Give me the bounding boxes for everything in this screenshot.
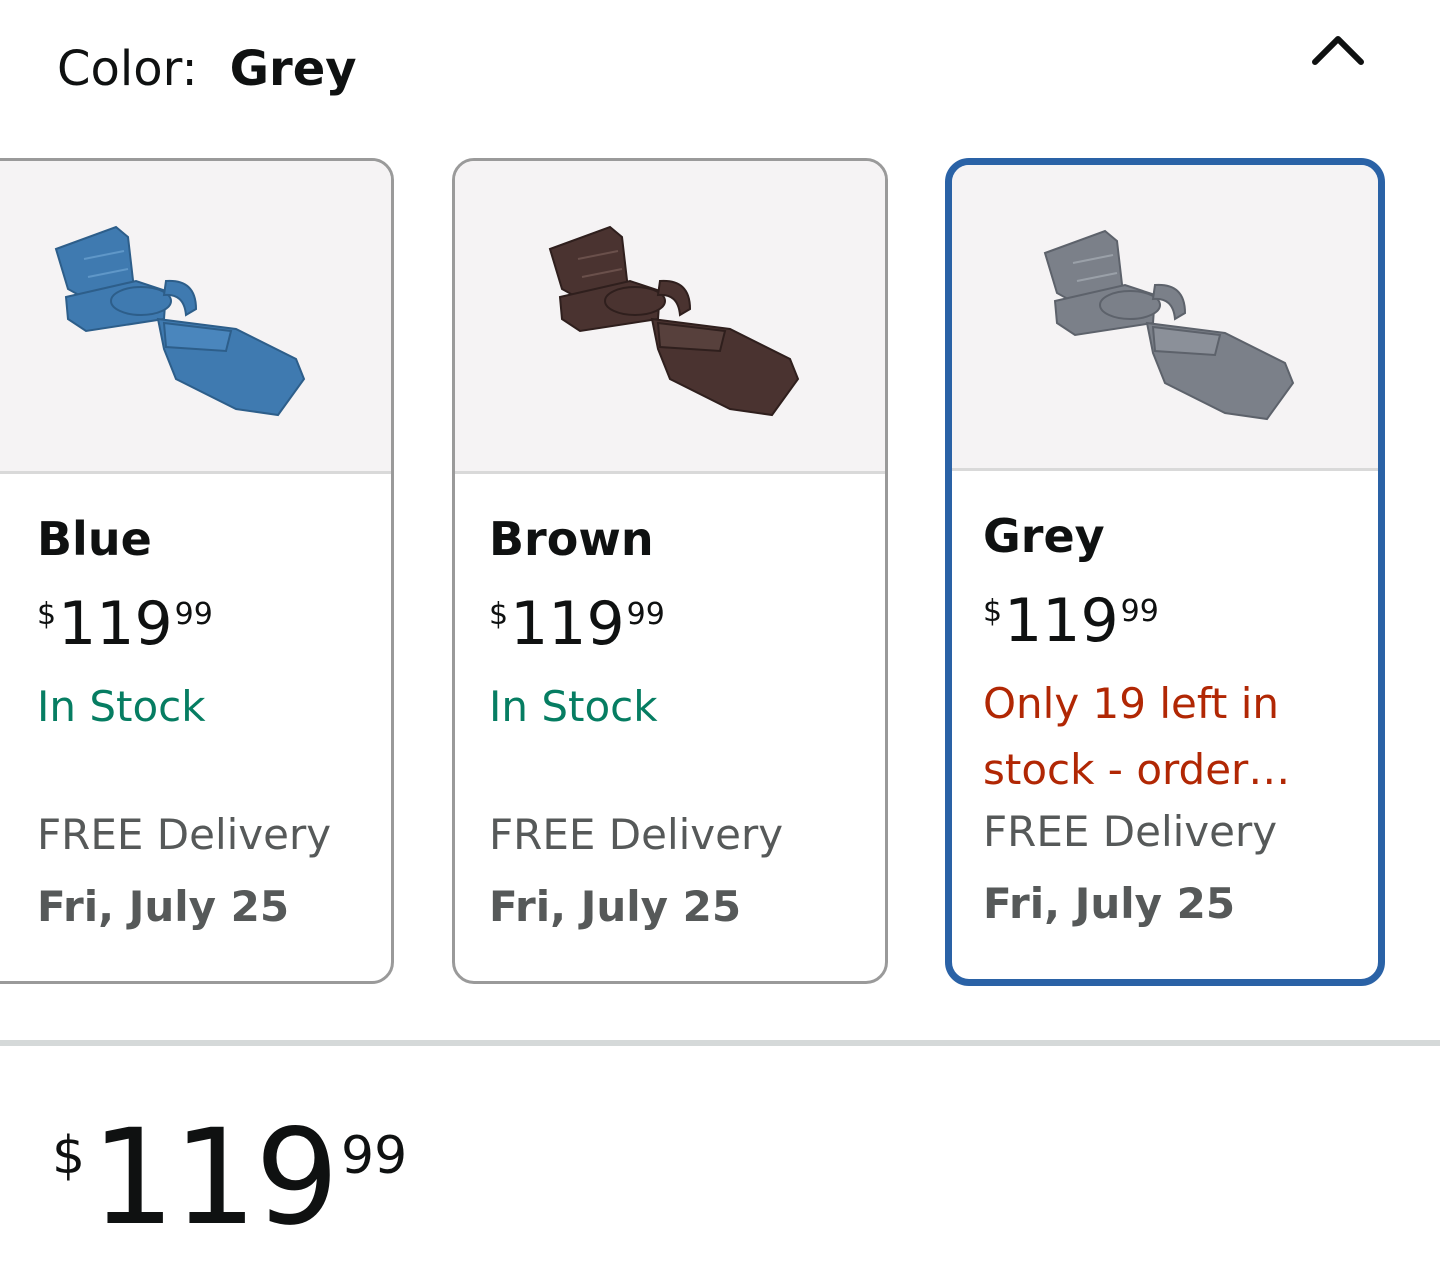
- price-currency: $: [489, 597, 509, 632]
- delivery-label: FREE Delivery: [37, 810, 332, 859]
- swatch-image-area: [952, 165, 1378, 471]
- price-fraction: 99: [626, 597, 665, 632]
- price-fraction: 99: [174, 597, 213, 632]
- color-selector-header: Color: Grey: [57, 34, 357, 104]
- collapse-button[interactable]: [1300, 18, 1376, 82]
- color-label: Color:: [57, 41, 198, 97]
- price-currency: $: [37, 597, 57, 632]
- swatch-card-blue[interactable]: Blue $ 119 99 In Stock FREE Delivery Fri…: [0, 158, 394, 984]
- swatch-price: $ 119 99: [489, 594, 665, 654]
- delivery-label: FREE Delivery: [983, 807, 1278, 856]
- swatch-card-brown[interactable]: Brown $ 119 99 In Stock FREE Delivery Fr…: [452, 158, 888, 984]
- swatch-image-area: [455, 161, 885, 474]
- swatch-price: $ 119 99: [37, 594, 213, 654]
- price-whole: 119: [510, 589, 625, 659]
- delivery-date: Fri, July 25: [37, 882, 290, 931]
- stock-status: Only 19 left in stock - order…: [983, 679, 1291, 794]
- price-whole: 119: [1004, 586, 1119, 656]
- swatch-image-area: [0, 161, 391, 474]
- stock-status: In Stock: [37, 682, 206, 731]
- swatch-name: Grey: [983, 509, 1105, 563]
- stock-status: In Stock: [489, 682, 658, 731]
- swatch-card-grey[interactable]: Grey $ 119 99 Only 19 left in stock - or…: [945, 158, 1385, 986]
- product-image-blue: [54, 225, 306, 417]
- price-whole: 119: [58, 589, 173, 659]
- price-fraction: 99: [1120, 594, 1159, 629]
- section-divider: [0, 1040, 1440, 1046]
- product-image-grey: [1043, 229, 1295, 421]
- swatch-name: Brown: [489, 512, 654, 566]
- color-swatch-list: Blue $ 119 99 In Stock FREE Delivery Fri…: [0, 158, 1440, 988]
- swatch-price: $ 119 99: [983, 591, 1159, 651]
- delivery-date: Fri, July 25: [489, 882, 742, 931]
- main-price-fraction: 99: [341, 1126, 408, 1186]
- chevron-up-icon: [1312, 36, 1364, 65]
- price-currency: $: [983, 594, 1003, 629]
- delivery-label: FREE Delivery: [489, 810, 784, 859]
- main-price: $ 119 99: [52, 1112, 407, 1244]
- delivery-date: Fri, July 25: [983, 879, 1236, 928]
- main-price-currency: $: [52, 1126, 86, 1186]
- swatch-name: Blue: [37, 512, 152, 566]
- main-price-whole: 119: [91, 1101, 339, 1255]
- product-image-brown: [548, 225, 800, 417]
- selected-color-value: Grey: [229, 41, 357, 97]
